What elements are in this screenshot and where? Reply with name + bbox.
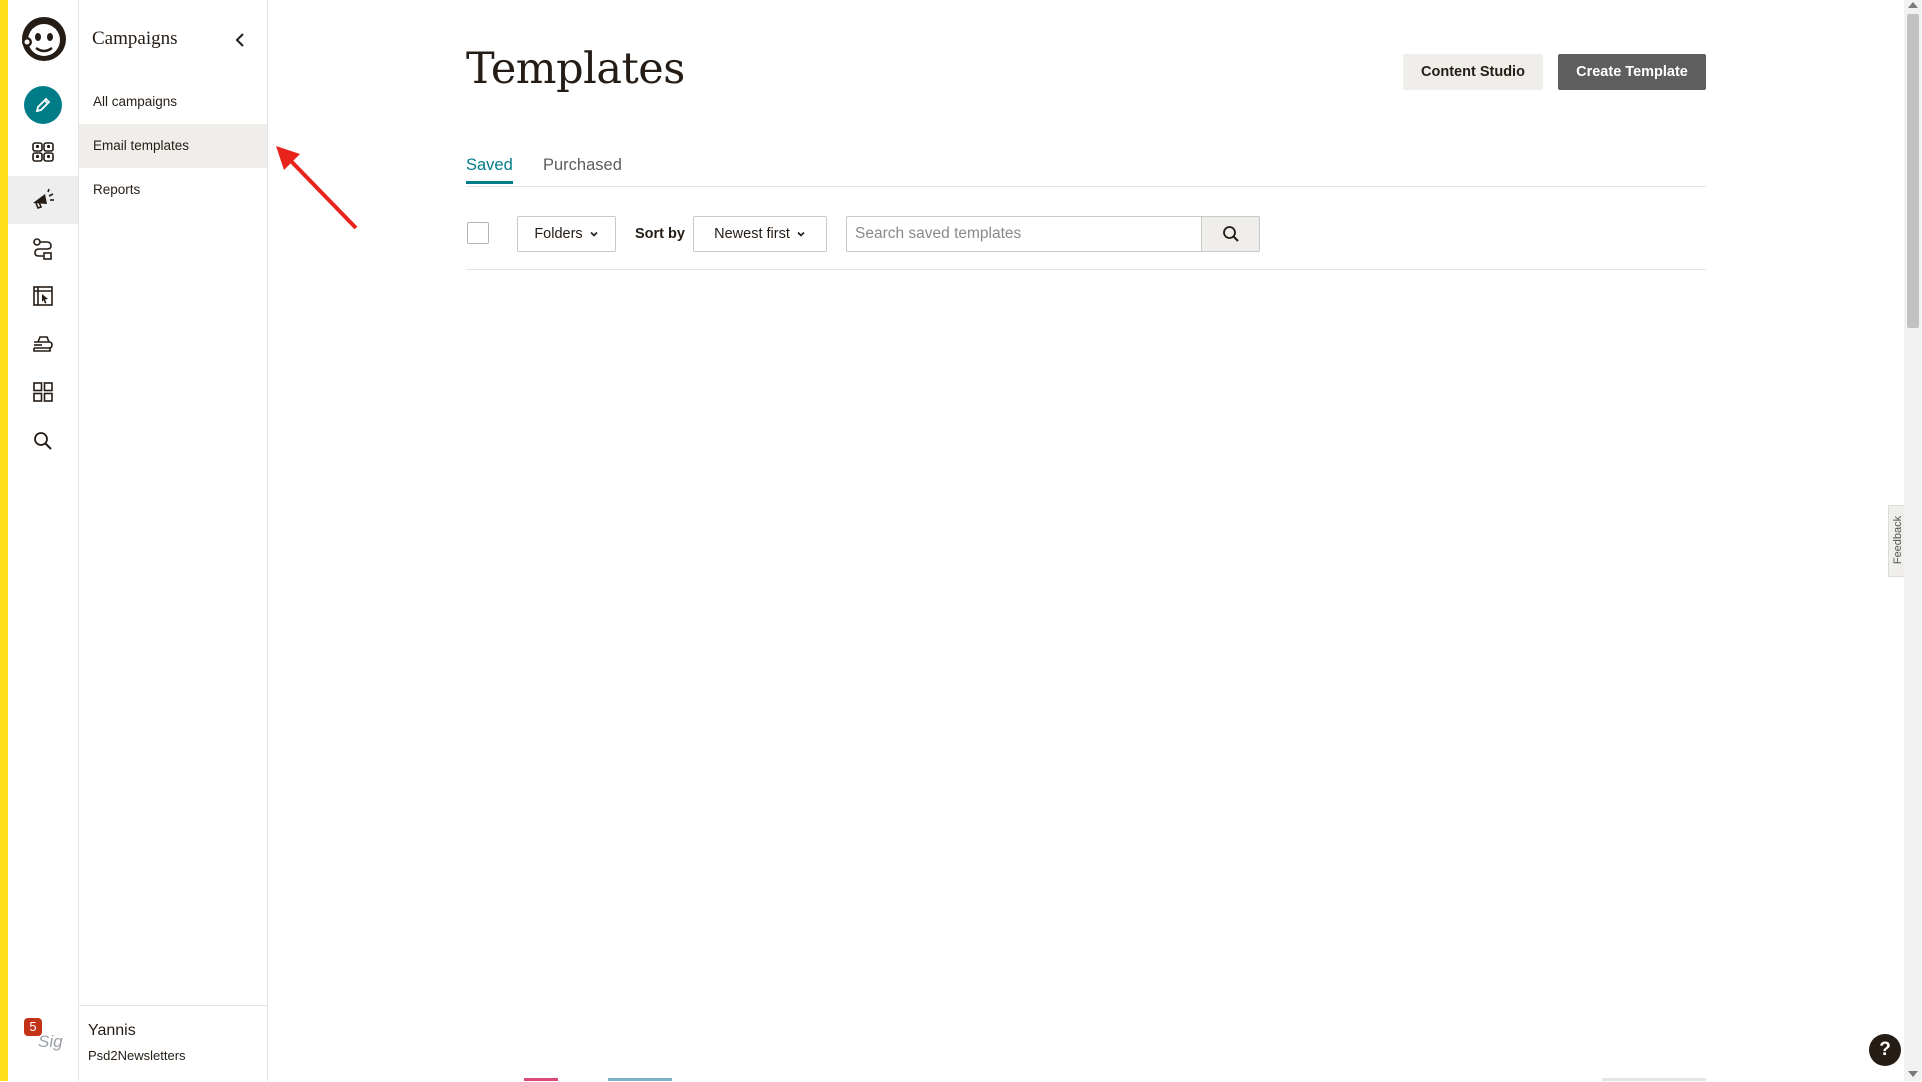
feedback-label: Feedback xyxy=(1892,515,1904,565)
pencil-icon xyxy=(35,97,51,113)
subnav-title: Campaigns xyxy=(92,28,178,49)
create-button[interactable] xyxy=(24,86,62,124)
annotation-arrow xyxy=(276,146,358,230)
help-button[interactable]: ? xyxy=(1869,1034,1901,1066)
page-title: Templates xyxy=(466,44,685,94)
scrollbar-thumb[interactable] xyxy=(1907,14,1919,328)
folders-label: Folders xyxy=(534,226,583,242)
mailchimp-logo-icon[interactable] xyxy=(19,14,69,64)
icon-rail: 5 Sig xyxy=(8,0,79,1081)
avatar-text: Sig xyxy=(38,1032,63,1051)
search-templates-input[interactable] xyxy=(846,216,1202,252)
website-icon xyxy=(33,286,53,306)
rail-automations[interactable] xyxy=(8,225,78,273)
user-name: Yannis xyxy=(88,1022,136,1039)
rail-search[interactable] xyxy=(8,417,78,465)
megaphone-icon xyxy=(33,188,54,209)
sort-by-label: Sort by xyxy=(635,226,685,242)
account-avatar[interactable]: 5 Sig xyxy=(16,1018,66,1058)
chevron-left-icon[interactable] xyxy=(229,28,253,52)
create-template-button[interactable]: Create Template xyxy=(1558,54,1706,90)
rail-integrations[interactable] xyxy=(8,368,78,416)
automation-icon xyxy=(33,238,52,260)
user-account-block[interactable]: Yannis Psd2Newsletters xyxy=(79,1005,267,1082)
tab-saved[interactable]: Saved xyxy=(466,156,513,184)
rail-audience[interactable] xyxy=(8,128,78,176)
chevron-down-icon xyxy=(797,231,805,237)
rail-create[interactable] xyxy=(8,81,78,129)
template-tabs: Saved Purchased xyxy=(466,154,1706,187)
search-icon xyxy=(34,432,52,450)
user-organization: Psd2Newsletters xyxy=(88,1048,186,1063)
rail-content[interactable] xyxy=(8,320,78,368)
page-scrollbar[interactable] xyxy=(1904,0,1922,1081)
scroll-down-arrow-icon[interactable] xyxy=(1908,1071,1918,1077)
brand-strip xyxy=(0,0,8,1081)
scroll-up-arrow-icon[interactable] xyxy=(1908,2,1918,8)
rail-website[interactable] xyxy=(8,272,78,320)
audience-icon xyxy=(32,142,54,162)
folders-dropdown[interactable]: Folders xyxy=(517,216,616,252)
sort-value: Newest first xyxy=(714,226,790,242)
subnav-item-all-campaigns[interactable]: All campaigns xyxy=(79,80,267,124)
subnav-item-email-templates[interactable]: Email templates xyxy=(79,124,267,168)
toolbar-divider xyxy=(466,269,1706,270)
rail-campaigns[interactable] xyxy=(8,176,78,224)
feedback-tab[interactable]: Feedback xyxy=(1888,505,1905,577)
content-icon xyxy=(33,336,53,352)
content-studio-button[interactable]: Content Studio xyxy=(1403,54,1543,90)
grid-icon xyxy=(33,382,53,402)
subnav-item-reports[interactable]: Reports xyxy=(79,168,267,212)
search-icon xyxy=(1222,226,1239,242)
chevron-down-icon xyxy=(590,231,598,237)
tab-purchased[interactable]: Purchased xyxy=(543,156,622,181)
search-button[interactable] xyxy=(1201,216,1260,252)
select-all-checkbox[interactable] xyxy=(467,222,489,244)
campaigns-subnav: Campaigns All campaigns Email templates … xyxy=(79,0,268,1081)
sort-dropdown[interactable]: Newest first xyxy=(693,216,827,252)
